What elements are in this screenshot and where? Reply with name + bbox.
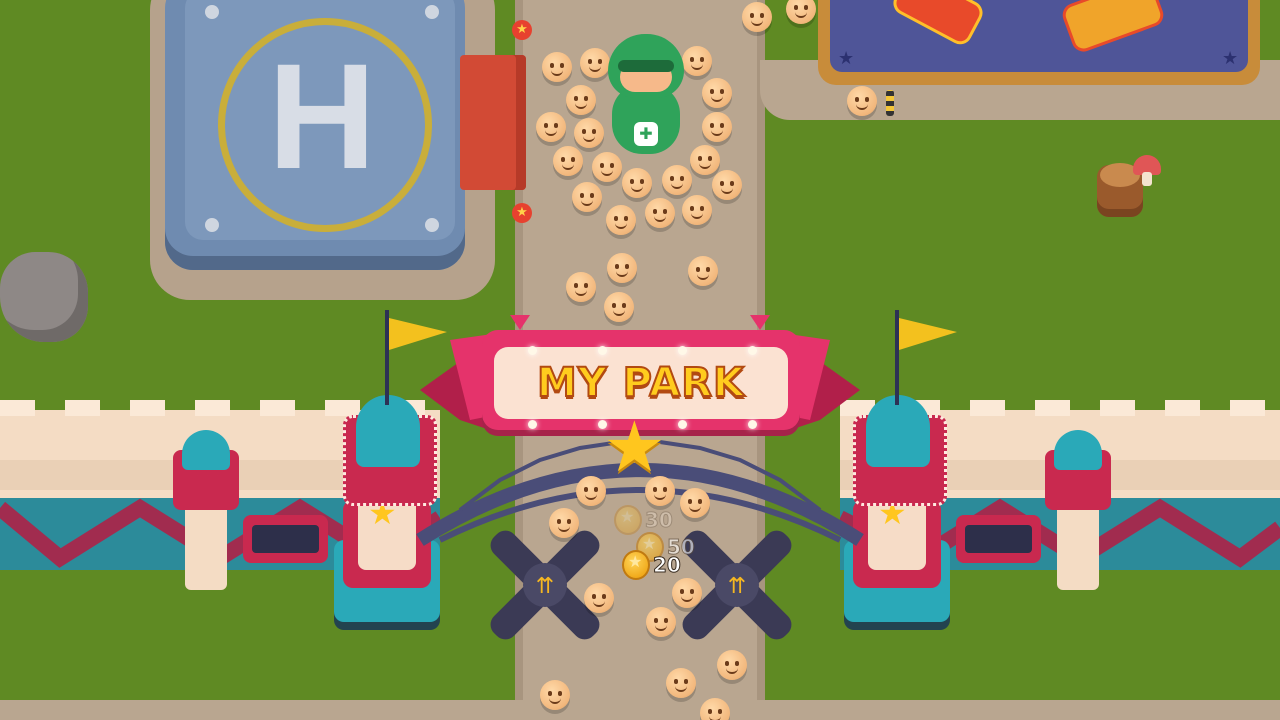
visitor[interactable] [536,112,566,142]
flag-icon [899,318,957,350]
sign-bulb [678,346,687,355]
visitor[interactable] [662,165,692,195]
visitor[interactable] [576,476,606,506]
visitor[interactable] [607,253,637,283]
visitor[interactable] [592,152,622,182]
striped-post [886,90,894,116]
visitor[interactable] [847,86,877,116]
visitor[interactable] [645,476,675,506]
game-scene: H ★ ★ ★ ★ ★ ★ MY PARK ★ ⇈ ⇈ ✚ ★ 30 ★ 50 … [0,0,1280,720]
visitor[interactable] [786,0,816,24]
bolt [425,218,439,232]
visitor[interactable] [574,118,604,148]
coin-popup: 30 [614,505,673,535]
ride-star-icon: ★ [1222,48,1239,69]
visitor[interactable] [553,146,583,176]
visitor[interactable] [606,205,636,235]
rock-icon [0,252,88,342]
ticket-glass [252,525,319,553]
visitor[interactable] [572,182,602,212]
red-carpet [460,55,526,190]
visitor[interactable] [604,292,634,322]
ride-star-icon: ★ [838,48,855,69]
visitor[interactable] [712,170,742,200]
ticket-glass [965,525,1032,553]
visitor[interactable] [700,698,730,720]
svg-text:⇈: ⇈ [728,574,746,599]
sign-bulb [528,346,537,355]
small-tower-right-dome [1054,430,1102,470]
visitor[interactable] [622,168,652,198]
mascot-icon[interactable]: ✚ [604,34,688,156]
coin-icon [614,505,642,535]
bolt [425,5,439,19]
ride-floor [830,0,1248,72]
sign-bulb [598,346,607,355]
visitor[interactable] [688,256,718,286]
visitor[interactable] [742,2,772,32]
coin-popup-value: 20 [653,553,682,578]
visitor[interactable] [702,78,732,108]
small-tower-left-dome [182,430,230,470]
svg-text:⇈: ⇈ [536,574,554,599]
bolt [205,5,219,19]
visitor[interactable] [682,195,712,225]
star-post: ★ [512,20,532,40]
coin-popup-value: 30 [645,508,674,533]
visitor[interactable] [542,52,572,82]
visitor[interactable] [566,85,596,115]
visitor[interactable] [666,668,696,698]
visitor[interactable] [549,508,579,538]
gate-title: MY PARK [536,359,746,407]
visitor[interactable] [672,578,702,608]
bolt [205,218,219,232]
gate-star-icon: ★ [603,406,666,488]
coin-popup: 20 [622,550,681,580]
mascot-mask [618,60,674,72]
visitor[interactable] [540,680,570,710]
visitor[interactable] [566,272,596,302]
sign-bulb [748,346,757,355]
visitor[interactable] [680,488,710,518]
coin-icon [622,550,650,580]
sign-bulb [528,420,537,429]
bottom-path [0,700,1280,720]
mascot-badge: ✚ [634,122,658,146]
sign-bulb [748,420,757,429]
sign-bulb [678,420,687,429]
visitor[interactable] [645,198,675,228]
star-post: ★ [512,203,532,223]
visitor[interactable] [717,650,747,680]
helipad-letter: H [267,32,377,200]
visitor[interactable] [646,607,676,637]
mushroom-stem [1142,172,1152,186]
visitor[interactable] [584,583,614,613]
visitor[interactable] [702,112,732,142]
visitor[interactable] [690,145,720,175]
